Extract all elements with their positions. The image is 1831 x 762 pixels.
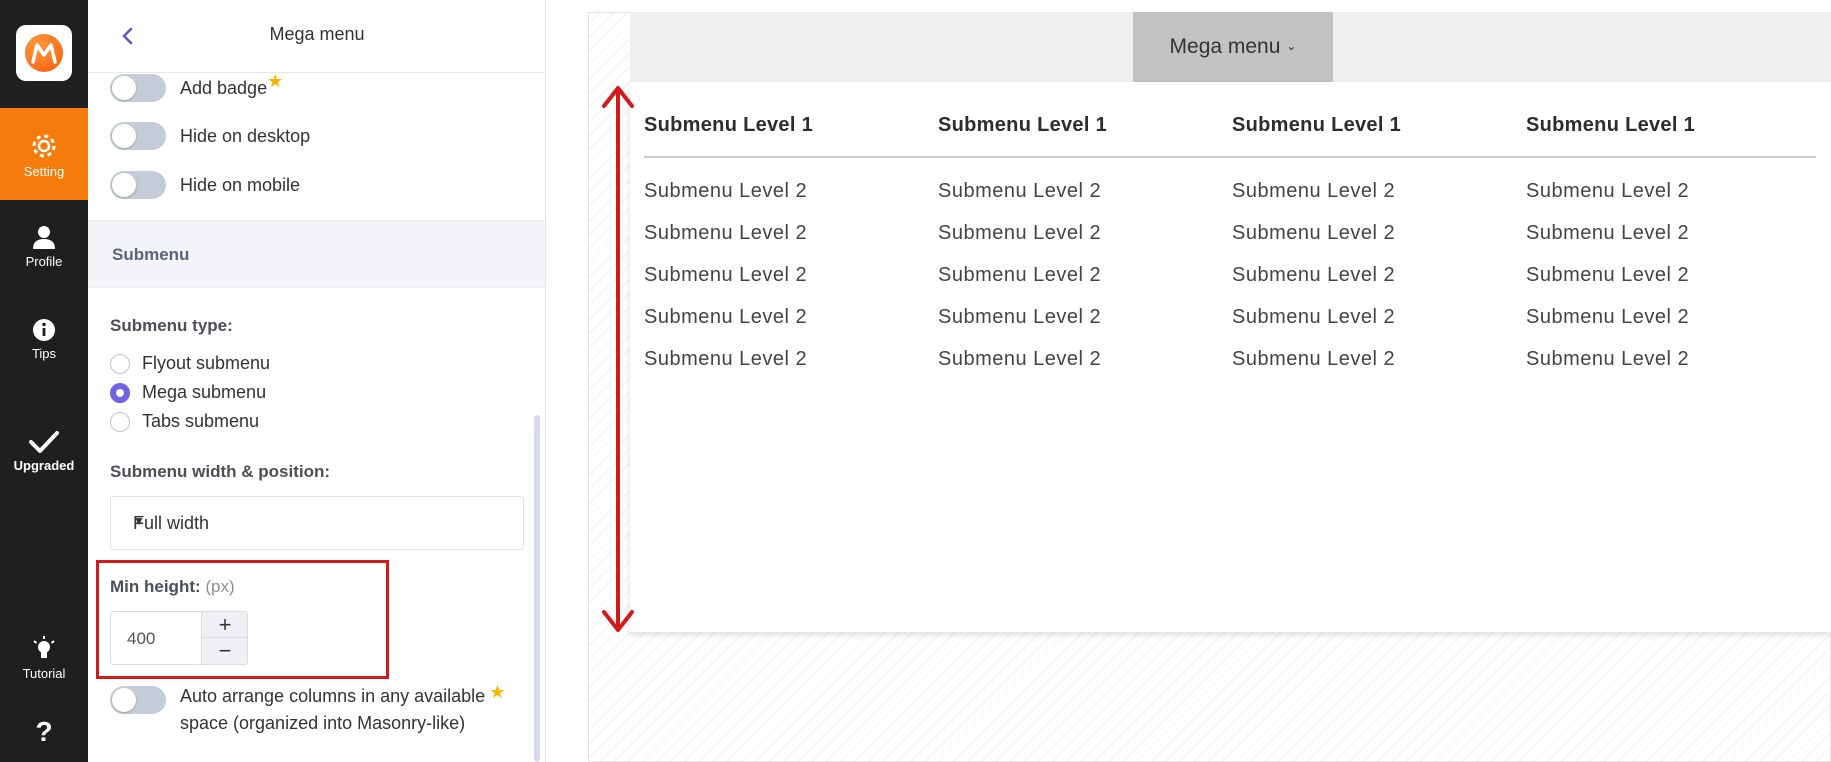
icon-rail: Setting Profile Tips Upgraded Tutorial ? — [0, 0, 88, 762]
auto-arrange-line1: Auto arrange columns in any available — [180, 686, 486, 706]
rail-item-setting[interactable]: Setting — [0, 108, 88, 200]
help-label: ? — [35, 716, 53, 747]
rail-item-profile[interactable]: Profile — [0, 224, 88, 284]
mega-menu-dropdown: Submenu Level 1 Submenu Level 2 Submenu … — [630, 82, 1831, 632]
chevron-down-icon: ⌄ — [1286, 39, 1297, 53]
hide-on-desktop-label: Hide on desktop — [180, 125, 311, 146]
submenu-level2-item[interactable]: Submenu Level 2 — [644, 180, 807, 203]
radio-label: Mega submenu — [142, 382, 267, 402]
submenu-level2-item[interactable]: Submenu Level 2 — [938, 348, 1101, 371]
submenu-level2-item[interactable]: Submenu Level 2 — [1526, 180, 1689, 203]
mega-menu-item[interactable]: Mega menu ⌄ — [1133, 12, 1333, 82]
toggle-row-add-badge: Add badge ★ — [110, 70, 284, 102]
gear-icon — [32, 134, 56, 158]
hide-on-mobile-label: Hide on mobile — [180, 174, 301, 195]
radio-label: Tabs submenu — [142, 411, 260, 431]
submenu-level2-item[interactable]: Submenu Level 2 — [1232, 264, 1395, 287]
submenu-level2-item[interactable]: Submenu Level 2 — [938, 222, 1101, 245]
radio-mega-submenu[interactable]: Mega submenu — [110, 382, 266, 403]
submenu-level2-item[interactable]: Submenu Level 2 — [938, 180, 1101, 203]
submenu-type-label: Submenu type: — [110, 316, 233, 335]
check-icon — [29, 431, 59, 453]
submenu-level2-item[interactable]: Submenu Level 2 — [1232, 306, 1395, 329]
panel-scrollbar[interactable] — [534, 415, 540, 762]
decrement-button[interactable]: − — [202, 638, 248, 664]
user-icon — [33, 226, 55, 249]
min-height-stepper: 400 + − — [110, 611, 248, 665]
heading-divider — [644, 156, 1816, 158]
panel-header: Mega menu — [88, 0, 545, 73]
submenu-level1-heading[interactable]: Submenu Level 1 — [938, 114, 1107, 137]
auto-arrange-toggle[interactable] — [110, 686, 166, 714]
submenu-level2-item[interactable]: Submenu Level 2 — [1232, 222, 1395, 245]
settings-panel: Mega menu Add badge ★ Hide on desktop Hi… — [88, 0, 546, 762]
submenu-section-header: Submenu — [88, 220, 545, 288]
stepper-buttons: + − — [201, 612, 248, 664]
rail-item-upgraded[interactable]: Upgraded — [0, 430, 88, 490]
rail-label-upgraded: Upgraded — [13, 458, 75, 473]
add-badge-toggle[interactable] — [110, 74, 166, 102]
height-indicator-arrow-icon — [602, 86, 634, 632]
min-height-input[interactable]: 400 — [127, 629, 155, 649]
submenu-section-title: Submenu — [112, 245, 190, 264]
star-icon: ★ — [489, 682, 506, 702]
submenu-level2-item[interactable]: Submenu Level 2 — [1526, 222, 1689, 245]
submenu-level2-item[interactable]: Submenu Level 2 — [938, 306, 1101, 329]
radio-button[interactable] — [110, 411, 130, 432]
min-height-label-text: Min height: — [110, 577, 201, 596]
submenu-level2-item[interactable]: Submenu Level 2 — [644, 264, 807, 287]
auto-arrange-line2: space (organized into Masonry-like) — [180, 713, 466, 733]
submenu-level1-heading[interactable]: Submenu Level 1 — [644, 114, 813, 137]
info-icon — [33, 319, 55, 341]
radio-flyout-submenu[interactable]: Flyout submenu — [110, 353, 270, 374]
toggle-row-hide-desktop: Hide on desktop — [110, 122, 310, 150]
panel-title: Mega menu — [269, 24, 365, 44]
rail-item-tips[interactable]: Tips — [0, 318, 88, 378]
rail-label-setting: Setting — [23, 164, 65, 179]
help-icon[interactable]: ? — [0, 716, 88, 750]
toggle-row-auto-arrange: Auto arrange columns in any available sp… — [110, 682, 505, 737]
submenu-level2-item[interactable]: Submenu Level 2 — [1526, 264, 1689, 287]
star-icon: ★ — [267, 70, 284, 91]
submenu-level2-item[interactable]: Submenu Level 2 — [1232, 348, 1395, 371]
hide-on-desktop-toggle[interactable] — [110, 122, 166, 150]
lightbulb-icon — [33, 636, 55, 658]
min-height-label: Min height: (px) — [110, 577, 235, 597]
radio-button-selected[interactable] — [110, 382, 130, 403]
submenu-level2-item[interactable]: Submenu Level 2 — [1232, 180, 1395, 203]
submenu-level1-heading[interactable]: Submenu Level 1 — [1526, 114, 1695, 137]
add-badge-label: Add badge — [180, 77, 268, 98]
submenu-level2-item[interactable]: Submenu Level 2 — [1526, 348, 1689, 371]
rail-label-profile: Profile — [25, 254, 63, 269]
hide-on-mobile-toggle[interactable] — [110, 171, 166, 199]
submenu-level1-heading[interactable]: Submenu Level 1 — [1232, 114, 1401, 137]
submenu-level2-item[interactable]: Submenu Level 2 — [644, 222, 807, 245]
rail-label-tutorial: Tutorial — [22, 666, 66, 681]
m-logo-icon[interactable] — [16, 25, 72, 81]
auto-arrange-label: Auto arrange columns in any available sp… — [180, 683, 485, 737]
radio-tabs-submenu[interactable]: Tabs submenu — [110, 411, 259, 432]
radio-label: Flyout submenu — [142, 353, 271, 373]
min-height-unit: (px) — [205, 577, 235, 596]
submenu-width-label: Submenu width & position: — [110, 462, 331, 481]
submenu-level2-item[interactable]: Submenu Level 2 — [1526, 306, 1689, 329]
submenu-width-select[interactable]: Full width ▼ — [110, 496, 524, 550]
submenu-level2-item[interactable]: Submenu Level 2 — [644, 306, 807, 329]
increment-button[interactable]: + — [202, 612, 248, 638]
submenu-level2-item[interactable]: Submenu Level 2 — [644, 348, 807, 371]
rail-label-tips: Tips — [31, 346, 57, 361]
rail-item-tutorial[interactable]: Tutorial — [0, 636, 88, 696]
toggle-row-hide-mobile: Hide on mobile — [110, 171, 300, 199]
dropdown-caret-icon: ▼ — [133, 514, 145, 528]
radio-button[interactable] — [110, 353, 130, 374]
submenu-level2-item[interactable]: Submenu Level 2 — [938, 264, 1101, 287]
mega-menu-label: Mega menu — [1169, 35, 1281, 58]
